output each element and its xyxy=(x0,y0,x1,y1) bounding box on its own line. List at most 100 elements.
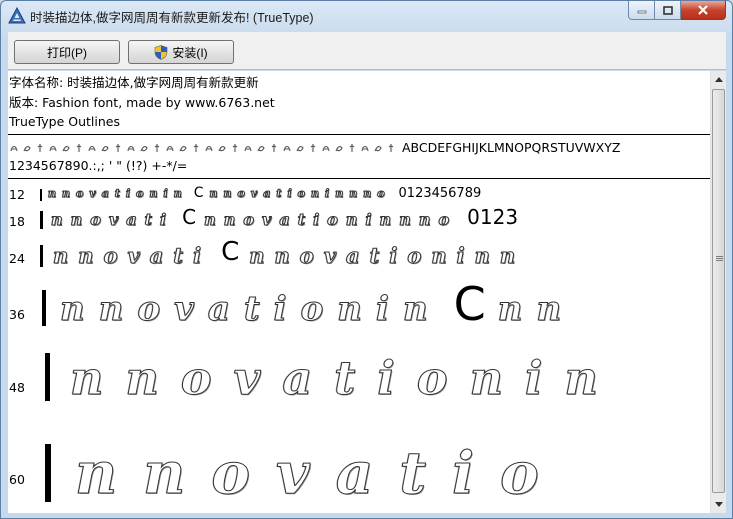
mini-glyph-icon xyxy=(49,145,57,152)
outline-glyph: i xyxy=(160,210,167,229)
mini-glyph-icon xyxy=(322,145,330,152)
outline-glyph: v xyxy=(323,243,337,268)
outline-glyph: i xyxy=(125,187,131,200)
outline-glyph: t xyxy=(114,187,120,200)
mini-glyph-icon xyxy=(115,144,121,152)
outline-glyph: a xyxy=(263,187,271,200)
outline-glyph: v xyxy=(127,243,140,268)
print-button[interactable]: 打印(P) xyxy=(14,40,120,64)
outline-glyph: n xyxy=(173,187,182,200)
scroll-down-button[interactable] xyxy=(711,496,726,513)
outline-glyph: n xyxy=(98,289,124,329)
sample-c-glyph: C xyxy=(453,277,486,331)
mini-glyph-icon xyxy=(296,146,304,152)
outline-glyph: n xyxy=(70,210,83,229)
print-button-label: 打印(P) xyxy=(47,45,87,60)
outline-glyph: n xyxy=(78,243,94,268)
scroll-up-button[interactable] xyxy=(711,71,726,88)
outline-glyph: o xyxy=(407,243,422,268)
font-outline-line: TrueType Outlines xyxy=(9,114,120,129)
scroll-thumb[interactable] xyxy=(712,89,725,493)
outline-glyph: a xyxy=(335,439,374,507)
outline-glyph: n xyxy=(52,243,69,268)
minimize-icon xyxy=(637,10,646,14)
sample-bar-glyph xyxy=(45,353,50,401)
outline-glyph: o xyxy=(327,210,339,229)
sample-glyphs-b: nnovationinnno xyxy=(204,210,457,229)
outline-glyph: i xyxy=(287,187,292,200)
outline-glyph: o xyxy=(90,210,102,229)
install-button[interactable]: 安装(I) xyxy=(128,40,234,64)
sample-glyphs-a: nnovati xyxy=(52,243,211,268)
font-viewer-window: 时装描边体,做字网周周有新款更新发布! (TrueType) 打印(P) 安装(… xyxy=(0,0,733,519)
outline-glyph: i xyxy=(324,187,330,200)
outline-glyph: i xyxy=(273,289,287,329)
caption-buttons xyxy=(628,1,726,21)
outline-glyph: o xyxy=(377,187,385,200)
mini-glyph-icon xyxy=(310,144,316,152)
sample-glyphs-a: nnovatio xyxy=(74,439,565,507)
outline-glyph: o xyxy=(103,243,118,268)
divider-bottom xyxy=(8,178,710,179)
outline-glyph: n xyxy=(209,187,218,200)
sample-glyphs-b: nnovationinn xyxy=(249,245,525,267)
sample-digits: 0123 xyxy=(467,205,519,229)
toolbar: 打印(P) 安装(I) xyxy=(8,32,726,70)
scroll-down-icon xyxy=(714,502,723,507)
mini-glyph-icon xyxy=(388,144,394,152)
outline-glyph: n xyxy=(60,289,86,329)
sample-glyphs-b: nn xyxy=(497,289,575,329)
maximize-button[interactable] xyxy=(655,1,681,20)
mini-glyph-icon xyxy=(88,145,96,152)
uac-shield-icon xyxy=(155,44,168,60)
thumb-grip xyxy=(716,258,723,259)
outline-glyph: o xyxy=(180,351,212,405)
outline-glyph: n xyxy=(536,289,562,329)
vertical-scrollbar[interactable] xyxy=(710,71,726,513)
outline-glyph: n xyxy=(149,187,158,200)
outline-glyph: n xyxy=(337,289,363,329)
title-bar[interactable]: 时装描边体,做字网周周有新款更新发布! (TrueType) xyxy=(1,1,732,31)
sample-bar-glyph xyxy=(45,444,51,502)
outline-glyph: v xyxy=(250,187,258,200)
outline-glyph: t xyxy=(276,187,282,200)
outline-glyph: n xyxy=(379,210,392,229)
outline-glyph: o xyxy=(416,351,448,405)
outline-glyph: i xyxy=(193,243,202,268)
sample-row-36: 36 nnovationin C nn xyxy=(8,274,710,328)
outline-glyph: v xyxy=(261,210,272,229)
mini-glyph-icon xyxy=(76,144,82,152)
font-preview-area[interactable]: 字体名称: 时装描边体,做字网周周有新款更新 版本: Fashion font,… xyxy=(8,71,710,513)
sample-row-12: 12 nnovationin C nnovationinnno 01234567… xyxy=(8,183,710,203)
thumb-grip xyxy=(716,260,723,261)
outline-glyph: t xyxy=(144,210,153,229)
mini-glyph-icon xyxy=(193,144,199,152)
close-button[interactable] xyxy=(681,1,726,20)
minimize-button[interactable] xyxy=(628,1,655,20)
sample-text: nnovati C nnovationinn xyxy=(40,237,525,268)
scroll-up-icon xyxy=(714,77,723,82)
size-label: 36 xyxy=(9,307,25,322)
uppercase-charset: ABCDEFGHIJKLMNOPQRSTUVWXYZ xyxy=(402,140,621,155)
mini-glyph-icon xyxy=(218,146,226,152)
outline-glyph: o xyxy=(75,187,84,200)
outline-glyph: t xyxy=(173,243,184,268)
outline-glyph: a xyxy=(346,243,361,268)
outline-glyph: t xyxy=(243,289,260,329)
size-label: 18 xyxy=(9,214,25,229)
outline-glyph: o xyxy=(438,210,450,229)
outline-glyph: n xyxy=(204,210,217,229)
sample-row-48: 48 nnovationin xyxy=(8,333,710,403)
outline-glyph: n xyxy=(249,243,265,268)
font-info-block: 字体名称: 时装描边体,做字网周周有新款更新 版本: Fashion font,… xyxy=(9,73,275,132)
outline-glyph: n xyxy=(274,243,290,268)
outline-glyph: n xyxy=(48,187,57,200)
outline-glyph: n xyxy=(399,210,412,229)
mini-glyph-icon xyxy=(10,145,18,152)
outline-glyph: n xyxy=(474,243,490,268)
mini-glyph-icon xyxy=(62,146,70,152)
outline-glyph: o xyxy=(136,187,144,200)
size-label: 12 xyxy=(9,187,25,202)
outline-glyph: n xyxy=(564,351,598,405)
app-font-icon xyxy=(8,7,26,24)
